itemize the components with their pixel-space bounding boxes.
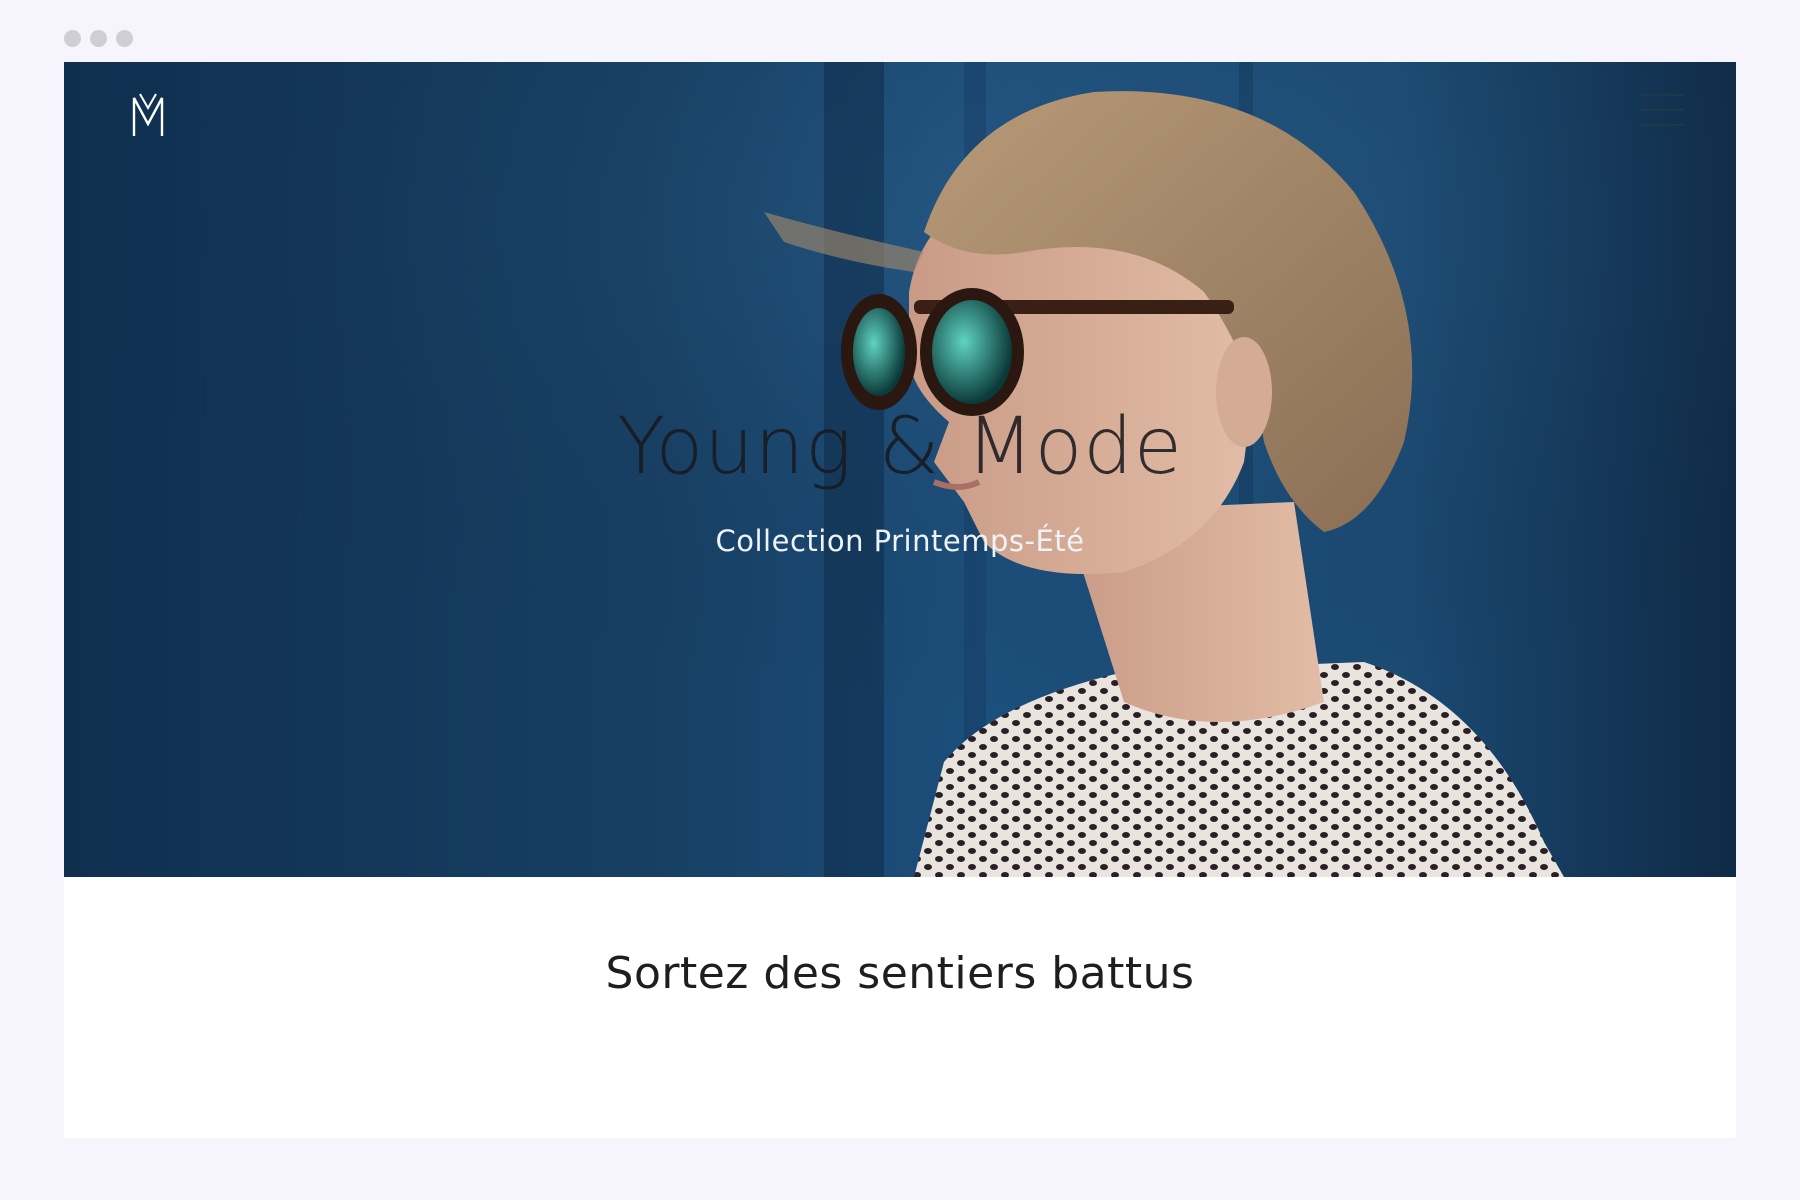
hero-title: Young & Mode xyxy=(617,402,1183,492)
hamburger-menu-icon[interactable] xyxy=(1640,94,1684,126)
window-controls xyxy=(64,30,133,47)
menu-line xyxy=(1640,94,1684,96)
menu-line xyxy=(1640,109,1684,111)
hero-subtitle: Collection Printemps-Été xyxy=(715,524,1085,558)
hero-banner: Young & Mode Collection Printemps-Été xyxy=(64,62,1736,877)
browser-window: Young & Mode Collection Printemps-Été So… xyxy=(64,62,1736,1138)
window-dot xyxy=(90,30,107,47)
window-dot xyxy=(64,30,81,47)
section-heading: Sortez des sentiers battus xyxy=(605,948,1195,999)
window-dot xyxy=(116,30,133,47)
monogram-logo[interactable] xyxy=(130,90,166,138)
menu-line xyxy=(1640,124,1684,126)
